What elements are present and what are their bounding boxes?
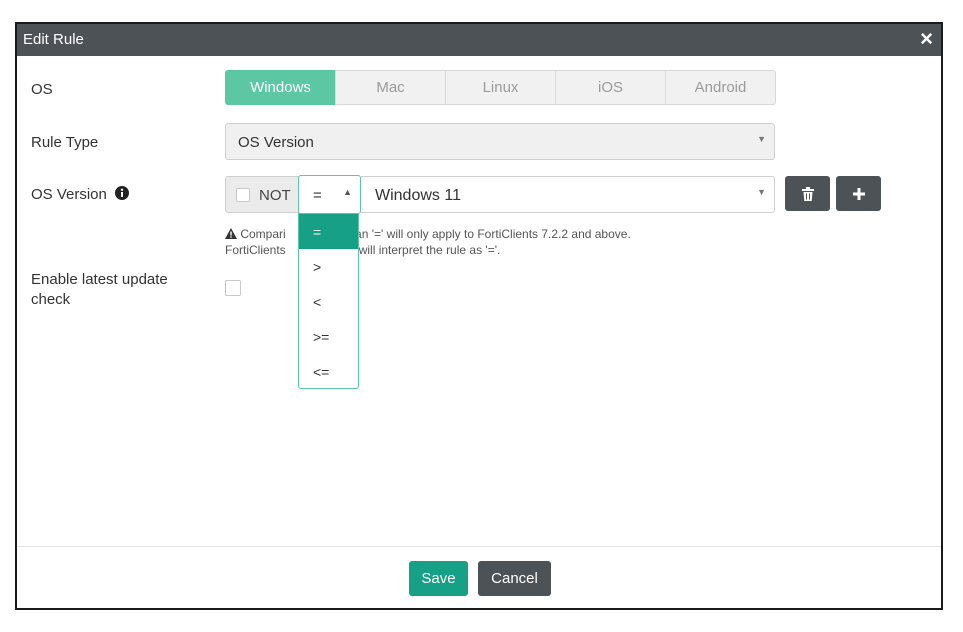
version-note: Compari r than '=' will only apply to For… — [225, 226, 631, 258]
rule-type-label: Rule Type — [31, 134, 99, 151]
edit-rule-dialog: Edit Rule × OS Windows Mac Linux iOS And… — [15, 22, 943, 610]
note-line1: r than '=' will only apply to FortiClien… — [337, 227, 631, 241]
operator-value: = — [313, 187, 322, 204]
rule-type-select[interactable]: OS Version ▼ — [225, 123, 775, 160]
note-prefix: Compari — [240, 227, 286, 241]
note-line2-prefix: FortiClients — [225, 243, 286, 257]
operator-select[interactable]: = ▲ — [298, 175, 361, 214]
note-line2: 2 will interpret the rule as '='. — [348, 243, 501, 257]
operator-dropdown: = > < >= <= — [298, 213, 359, 389]
os-option-android[interactable]: Android — [665, 70, 776, 105]
os-label: OS — [31, 81, 53, 98]
os-version-value: Windows 11 — [375, 187, 461, 204]
warning-icon — [225, 228, 237, 239]
os-option-ios[interactable]: iOS — [555, 70, 666, 105]
caret-down-icon: ▼ — [757, 187, 766, 197]
delete-button[interactable] — [785, 176, 830, 211]
footer-divider — [17, 546, 941, 547]
latest-update-label-line1: Enable latest update — [31, 271, 168, 288]
operator-option[interactable]: < — [299, 284, 358, 319]
operator-option[interactable]: <= — [299, 354, 358, 389]
latest-update-label: Enable latest update check — [31, 270, 168, 310]
os-option-windows[interactable]: Windows — [225, 70, 336, 105]
caret-up-icon: ▲ — [343, 187, 352, 197]
info-icon — [115, 186, 130, 200]
dialog-titlebar: Edit Rule × — [17, 24, 941, 56]
operator-option[interactable]: > — [299, 249, 358, 284]
dialog-title: Edit Rule — [23, 31, 84, 48]
os-version-label: OS Version — [31, 186, 130, 203]
os-version-label-text: OS Version — [31, 186, 107, 203]
close-icon[interactable]: × — [920, 26, 933, 52]
trash-icon — [801, 186, 814, 201]
add-button[interactable] — [836, 176, 881, 211]
cancel-button[interactable]: Cancel — [478, 561, 551, 596]
os-option-mac[interactable]: Mac — [335, 70, 446, 105]
rule-type-value: OS Version — [238, 134, 314, 151]
latest-update-checkbox[interactable] — [225, 280, 241, 296]
not-checkbox[interactable] — [236, 188, 250, 202]
plus-icon — [852, 187, 865, 200]
os-segmented-control: Windows Mac Linux iOS Android — [225, 70, 776, 105]
caret-down-icon: ▼ — [757, 134, 766, 144]
os-version-value-select[interactable]: Windows 11 ▼ — [361, 176, 775, 213]
not-label: NOT — [259, 187, 291, 204]
save-button[interactable]: Save — [409, 561, 468, 596]
latest-update-label-line2: check — [31, 291, 71, 308]
not-toggle[interactable]: NOT — [225, 176, 299, 213]
os-option-linux[interactable]: Linux — [445, 70, 556, 105]
operator-option[interactable]: = — [299, 214, 358, 249]
operator-option[interactable]: >= — [299, 319, 358, 354]
